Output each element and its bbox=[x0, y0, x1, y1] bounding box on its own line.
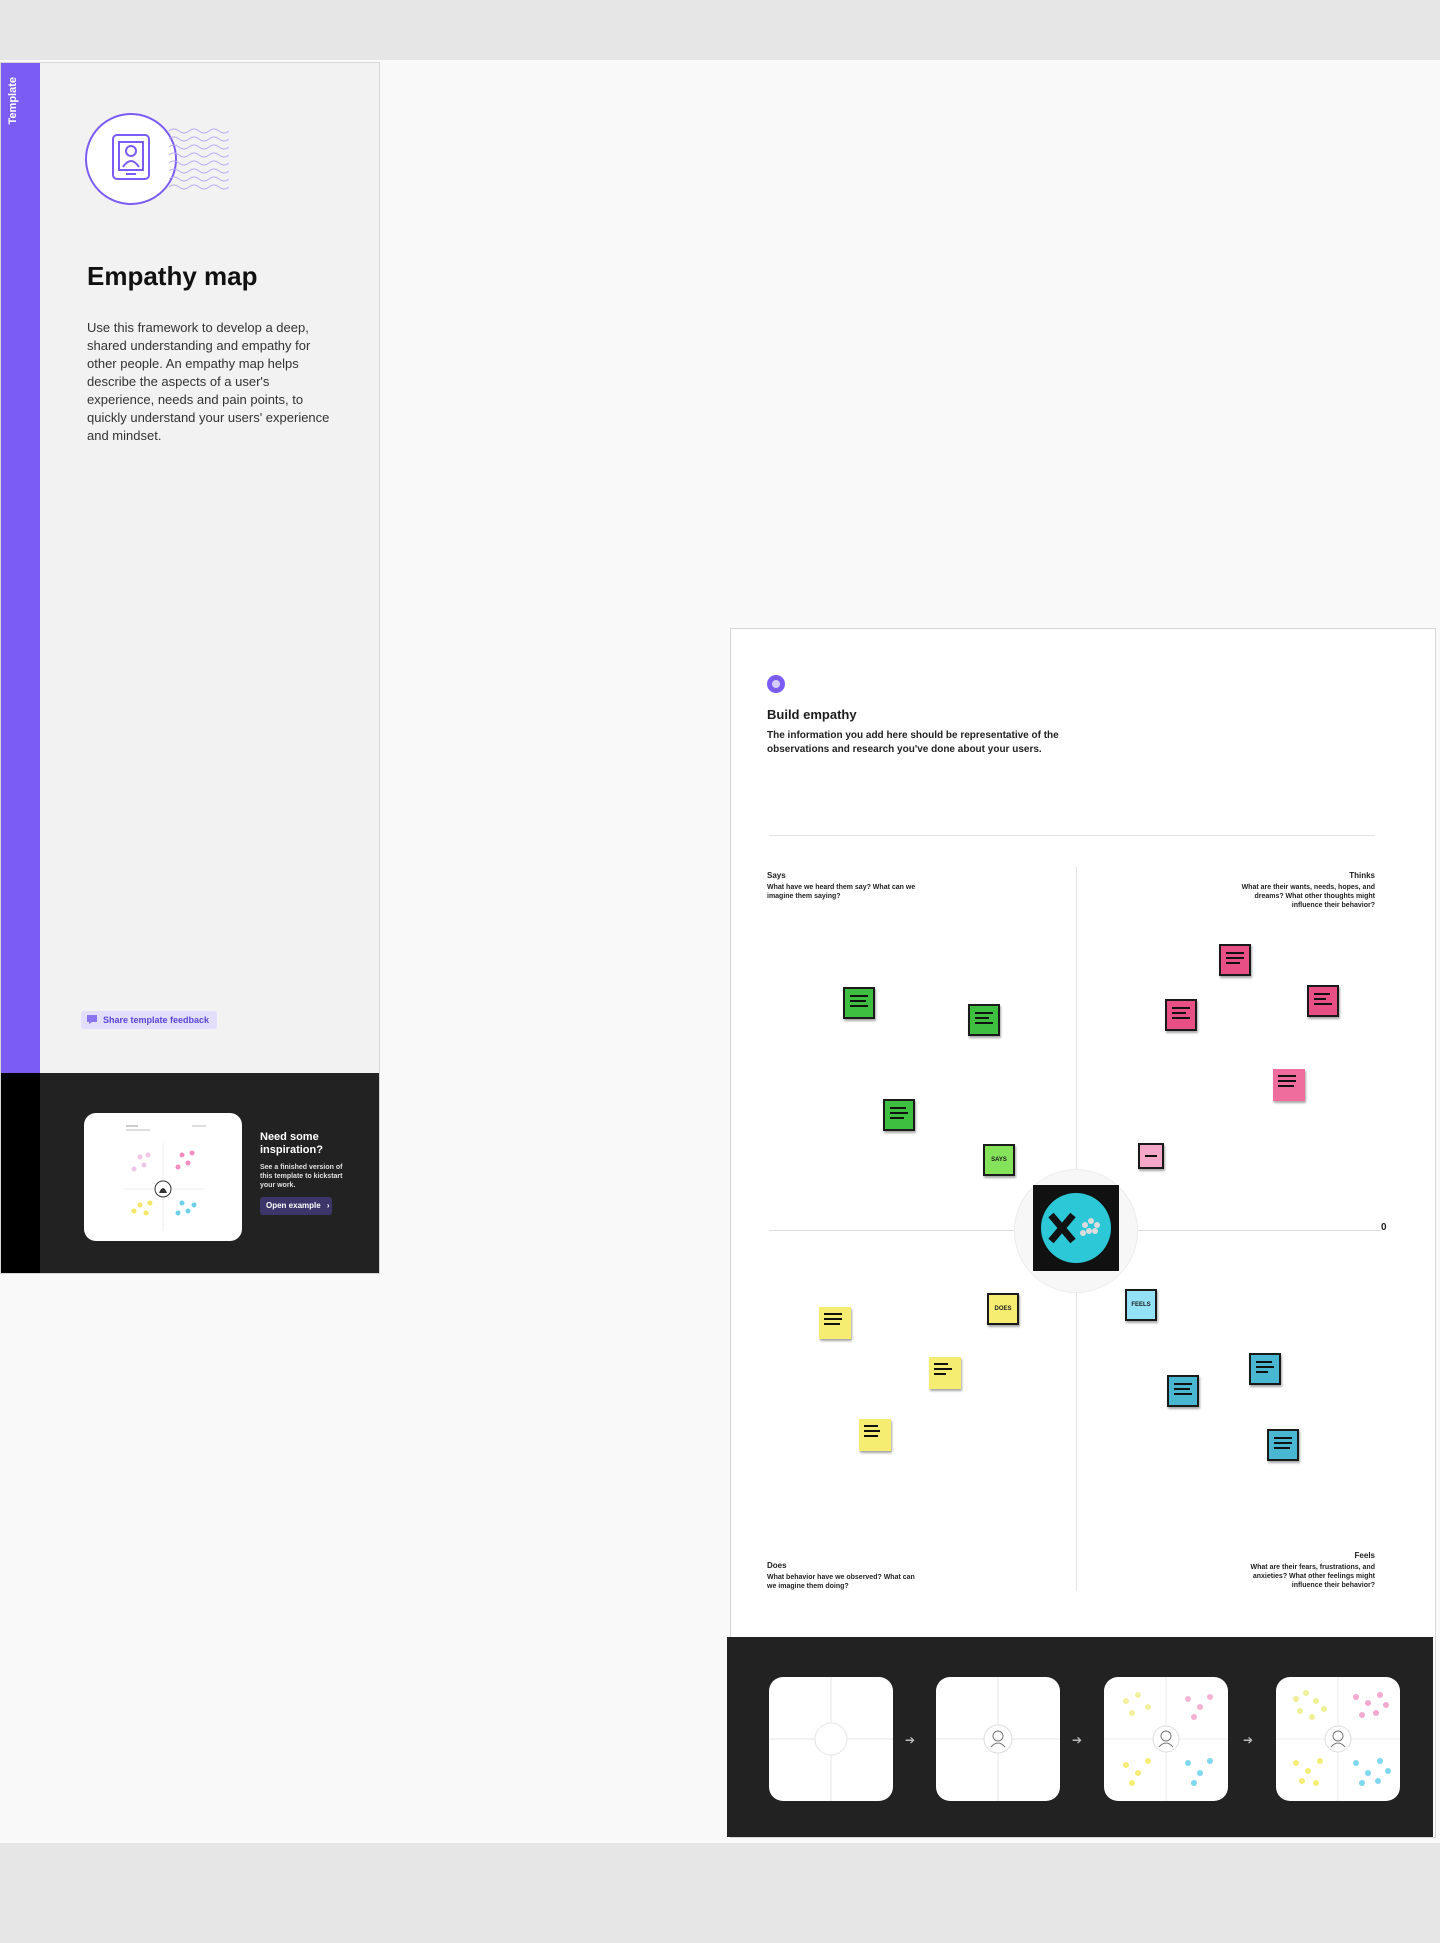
quadrant-prompt-says: What have we heard them say? What can we… bbox=[767, 884, 916, 900]
quadrant-title-does: Does bbox=[767, 1561, 787, 1570]
sticky-note-says-label[interactable]: SAYS bbox=[983, 1144, 1015, 1176]
step-thumbnail-empty[interactable] bbox=[769, 1677, 893, 1801]
sticky-note-does-label[interactable]: DOES bbox=[987, 1293, 1019, 1325]
open-example-label: Open example bbox=[266, 1201, 321, 1210]
wave-decoration-icon bbox=[169, 128, 229, 190]
example-thumbnail[interactable] bbox=[84, 1113, 242, 1241]
empathy-map-icon bbox=[85, 113, 177, 205]
board-subtitle: The information you add here should be r… bbox=[767, 730, 1059, 755]
feels-label: FEELS bbox=[1131, 1302, 1151, 1308]
persona-image[interactable] bbox=[1033, 1185, 1119, 1271]
arrow-right-icon: ➔ bbox=[1243, 1733, 1254, 1747]
arrow-right-icon: › bbox=[326, 1201, 330, 1210]
inspiration-title: Need some inspiration? bbox=[260, 1131, 323, 1156]
sticky-note-does[interactable] bbox=[819, 1307, 851, 1339]
axis-end-label: 0 bbox=[1381, 1222, 1387, 1233]
share-feedback-button[interactable]: Share template feedback bbox=[81, 1011, 218, 1029]
arrow-right-icon: ➔ bbox=[1072, 1733, 1083, 1747]
sticky-note-thinks[interactable] bbox=[1165, 999, 1197, 1031]
feedback-icon bbox=[87, 1015, 97, 1024]
step-thumbnail-persona[interactable] bbox=[936, 1677, 1060, 1801]
sticky-note-thinks[interactable] bbox=[1138, 1143, 1164, 1169]
inspiration-side-bar bbox=[1, 1073, 40, 1273]
bottom-canvas-band bbox=[0, 1843, 1440, 1943]
quadrant-prompt-feels: What are their fears, frustrations, and … bbox=[1250, 1564, 1375, 1589]
sticky-note-feels[interactable] bbox=[1267, 1429, 1299, 1461]
top-canvas-band bbox=[0, 0, 1440, 60]
sticky-note-thinks[interactable] bbox=[1273, 1069, 1305, 1101]
step-thumbnail-notes[interactable] bbox=[1104, 1677, 1228, 1801]
template-strip-label: Template bbox=[7, 77, 19, 125]
inspiration-section: Need some inspiration? See a finished ve… bbox=[1, 1073, 379, 1273]
does-label: DOES bbox=[994, 1306, 1012, 1312]
sticky-note-does[interactable] bbox=[929, 1357, 961, 1389]
sticky-note-says[interactable] bbox=[843, 987, 875, 1019]
step-thumbnail-complete[interactable] bbox=[1276, 1677, 1400, 1801]
quadrant-title-thinks: Thinks bbox=[1349, 871, 1375, 880]
share-feedback-label: Share template feedback bbox=[103, 1015, 210, 1025]
open-example-button[interactable]: Open example › bbox=[260, 1197, 332, 1215]
divider bbox=[769, 835, 1375, 836]
board-title: Build empathy bbox=[767, 707, 857, 722]
template-strip: Template bbox=[1, 63, 40, 1073]
sticky-note-does[interactable] bbox=[859, 1419, 891, 1451]
step-dot-center bbox=[772, 680, 780, 688]
template-description: Use this framework to develop a deep, sh… bbox=[87, 320, 330, 443]
quadrant-title-says: Says bbox=[767, 871, 786, 880]
sticky-note-feels[interactable] bbox=[1249, 1353, 1281, 1385]
quadrant-prompt-thinks: What are their wants, needs, hopes, and … bbox=[1241, 884, 1375, 909]
says-label: SAYS bbox=[991, 1157, 1007, 1163]
arrow-right-icon: ➔ bbox=[905, 1733, 916, 1747]
empathy-map-board: Build empathy The information you add he… bbox=[727, 628, 1436, 1838]
sticky-note-feels-label[interactable]: FEELS bbox=[1125, 1289, 1157, 1321]
steps-strip: ➔ ➔ ➔ bbox=[727, 1637, 1433, 1837]
sticky-note-says[interactable] bbox=[968, 1004, 1000, 1036]
sticky-note-thinks[interactable] bbox=[1219, 944, 1251, 976]
sticky-note-says[interactable] bbox=[883, 1099, 915, 1131]
inspiration-subtitle: See a finished version of this template … bbox=[260, 1164, 343, 1189]
sticky-note-feels[interactable] bbox=[1167, 1375, 1199, 1407]
quadrant-prompt-does: What behavior have we observed? What can… bbox=[767, 1574, 915, 1590]
step-dot-icon bbox=[767, 675, 785, 693]
template-title: Empathy map bbox=[87, 261, 258, 291]
sticky-note-thinks[interactable] bbox=[1307, 985, 1339, 1017]
quadrant-title-feels: Feels bbox=[1354, 1551, 1375, 1560]
template-panel: Template Empathy map Use this framework … bbox=[0, 62, 380, 1274]
